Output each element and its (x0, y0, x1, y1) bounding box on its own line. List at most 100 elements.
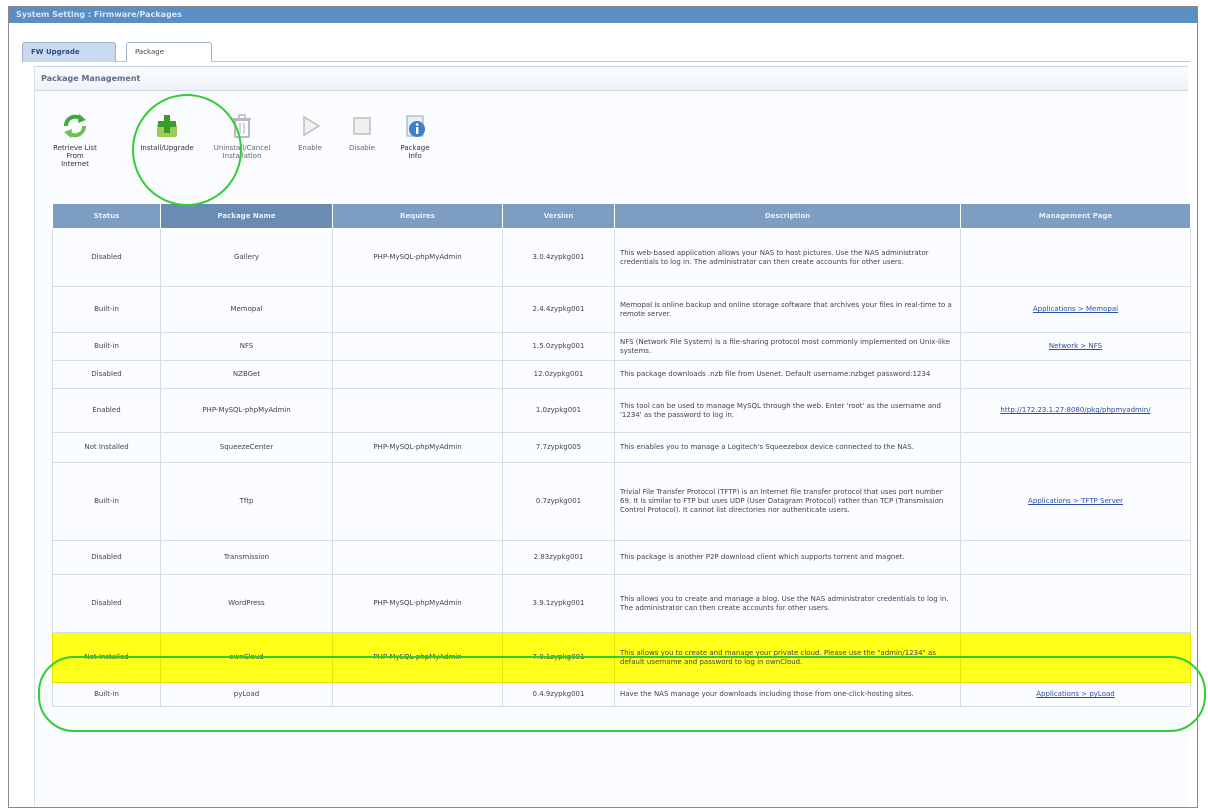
cell-management-page (960, 540, 1191, 575)
enable-label: Enable (298, 144, 322, 152)
table-header: Status Package Name Requires Version Des… (52, 203, 1191, 229)
section-title: Package Management (35, 67, 1188, 91)
cell-description: This allows you to create and manage you… (614, 632, 961, 683)
cell-description: This web-based application allows your N… (614, 228, 961, 287)
cell-version: 0.7zypkg001 (502, 462, 615, 541)
cell-management-page: http://172.23.1.27:8080/pkg/phpmyadmin/ (960, 388, 1191, 433)
cell-version: 1.0zypkg001 (502, 388, 615, 433)
cell-requires: PHP-MySQL-phpMyAdmin (332, 632, 503, 683)
package-info-button[interactable]: Package Info (396, 112, 434, 160)
disable-label: Disable (349, 144, 375, 152)
retrieve-list-label: Retrieve List From Internet (53, 144, 97, 168)
cell-description: This package downloads .nzb file from Us… (614, 360, 961, 389)
install-icon (153, 112, 181, 140)
package-table: Status Package Name Requires Version Des… (52, 203, 1191, 707)
cell-name: Transmission (160, 540, 333, 575)
table-row[interactable]: Built-in pyLoad 0.4.9zypkg001 Have the N… (52, 682, 1191, 707)
cell-name: NFS (160, 332, 333, 361)
cell-management-page (960, 228, 1191, 287)
cell-version: 2.4.4zypkg001 (502, 286, 615, 333)
cell-requires (332, 332, 503, 361)
column-header-management-page[interactable]: Management Page (960, 203, 1191, 229)
table-row[interactable]: Disabled Gallery PHP-MySQL-phpMyAdmin 3.… (52, 228, 1191, 287)
management-link[interactable]: Applications > Memopal (1033, 305, 1118, 313)
column-header-status[interactable]: Status (52, 203, 161, 229)
cell-description: This enables you to manage a Logitech's … (614, 432, 961, 463)
cell-name: SqueezeCenter (160, 432, 333, 463)
cell-description: NFS (Network File System) is a file-shar… (614, 332, 961, 361)
cell-name: WordPress (160, 574, 333, 633)
management-link[interactable]: Applications > pyLoad (1036, 690, 1114, 698)
cell-version: 7.0.1zypkg001 (502, 632, 615, 683)
cell-requires (332, 540, 503, 575)
cell-description: Have the NAS manage your downloads inclu… (614, 682, 961, 707)
cell-management-page: Applications > pyLoad (960, 682, 1191, 707)
enable-button[interactable]: Enable (292, 112, 328, 152)
uninstall-cancel-button[interactable]: Uninstall/Cancel Installation (204, 112, 280, 160)
table-row[interactable]: Not Installed SqueezeCenter PHP-MySQL-ph… (52, 432, 1191, 463)
management-link[interactable]: http://172.23.1.27:8080/pkg/phpmyadmin/ (1000, 406, 1150, 414)
info-icon (401, 112, 429, 140)
trash-icon (228, 112, 256, 140)
play-icon (296, 112, 324, 140)
column-header-package-name[interactable]: Package Name (160, 203, 333, 229)
table-row[interactable]: Built-in Tftp 0.7zypkg001 Trivial File T… (52, 462, 1191, 541)
table-row[interactable]: Built-in Memopal 2.4.4zypkg001 Memopal i… (52, 286, 1191, 333)
cell-version: 2.83zypkg001 (502, 540, 615, 575)
cell-status: Built-in (52, 286, 161, 333)
cell-management-page: Network > NFS (960, 332, 1191, 361)
cell-requires: PHP-MySQL-phpMyAdmin (332, 228, 503, 287)
cell-name: Gallery (160, 228, 333, 287)
column-header-description[interactable]: Description (614, 203, 961, 229)
cell-status: Disabled (52, 540, 161, 575)
cell-management-page (960, 432, 1191, 463)
cell-status: Built-in (52, 462, 161, 541)
table-row[interactable]: Disabled NZBGet 12.0zypkg001 This packag… (52, 360, 1191, 389)
cell-requires: PHP-MySQL-phpMyAdmin (332, 574, 503, 633)
cell-version: 7.7zypkg005 (502, 432, 615, 463)
install-upgrade-label: Install/Upgrade (140, 144, 194, 152)
refresh-icon (61, 112, 89, 140)
window-title: System Setting : Firmware/Packages (9, 7, 1197, 23)
package-info-label: Package Info (400, 144, 430, 160)
toolbar: Retrieve List From Internet Install/Upgr… (52, 112, 652, 198)
cell-name: Memopal (160, 286, 333, 333)
cell-status: Not Installed (52, 432, 161, 463)
cell-management-page (960, 632, 1191, 683)
table-row[interactable]: Built-in NFS 1.5.0zypkg001 NFS (Network … (52, 332, 1191, 361)
column-header-version[interactable]: Version (502, 203, 615, 229)
cell-version: 3.9.1zypkg001 (502, 574, 615, 633)
column-header-requires[interactable]: Requires (332, 203, 503, 229)
cell-description: This package is another P2P download cli… (614, 540, 961, 575)
table-row[interactable]: Enabled PHP-MySQL-phpMyAdmin 1.0zypkg001… (52, 388, 1191, 433)
uninstall-cancel-label: Uninstall/Cancel Installation (213, 144, 271, 160)
stop-icon (348, 112, 376, 140)
cell-requires (332, 388, 503, 433)
cell-description: Memopal is online backup and online stor… (614, 286, 961, 333)
management-link[interactable]: Network > NFS (1049, 342, 1102, 350)
cell-requires (332, 360, 503, 389)
cell-description: This tool can be used to manage MySQL th… (614, 388, 961, 433)
cell-requires: PHP-MySQL-phpMyAdmin (332, 432, 503, 463)
cell-name: ownCloud (160, 632, 333, 683)
disable-button[interactable]: Disable (342, 112, 382, 152)
cell-management-page: Applications > TFTP Server (960, 462, 1191, 541)
cell-status: Built-in (52, 332, 161, 361)
table-row[interactable]: Disabled WordPress PHP-MySQL-phpMyAdmin … (52, 574, 1191, 633)
cell-management-page (960, 360, 1191, 389)
retrieve-list-button[interactable]: Retrieve List From Internet (52, 112, 98, 168)
cell-management-page (960, 574, 1191, 633)
cell-status: Not Installed (52, 632, 161, 683)
cell-status: Enabled (52, 388, 161, 433)
cell-version: 12.0zypkg001 (502, 360, 615, 389)
cell-management-page: Applications > Memopal (960, 286, 1191, 333)
install-upgrade-button[interactable]: Install/Upgrade (134, 112, 200, 152)
cell-status: Disabled (52, 360, 161, 389)
table-row[interactable]: Disabled Transmission 2.83zypkg001 This … (52, 540, 1191, 575)
tab-fw-upgrade[interactable]: FW Upgrade (22, 42, 116, 62)
cell-requires (332, 682, 503, 707)
cell-status: Disabled (52, 574, 161, 633)
management-link[interactable]: Applications > TFTP Server (1028, 497, 1123, 505)
table-row-highlighted[interactable]: Not Installed ownCloud PHP-MySQL-phpMyAd… (52, 632, 1191, 683)
tab-package[interactable]: Package (126, 42, 212, 62)
